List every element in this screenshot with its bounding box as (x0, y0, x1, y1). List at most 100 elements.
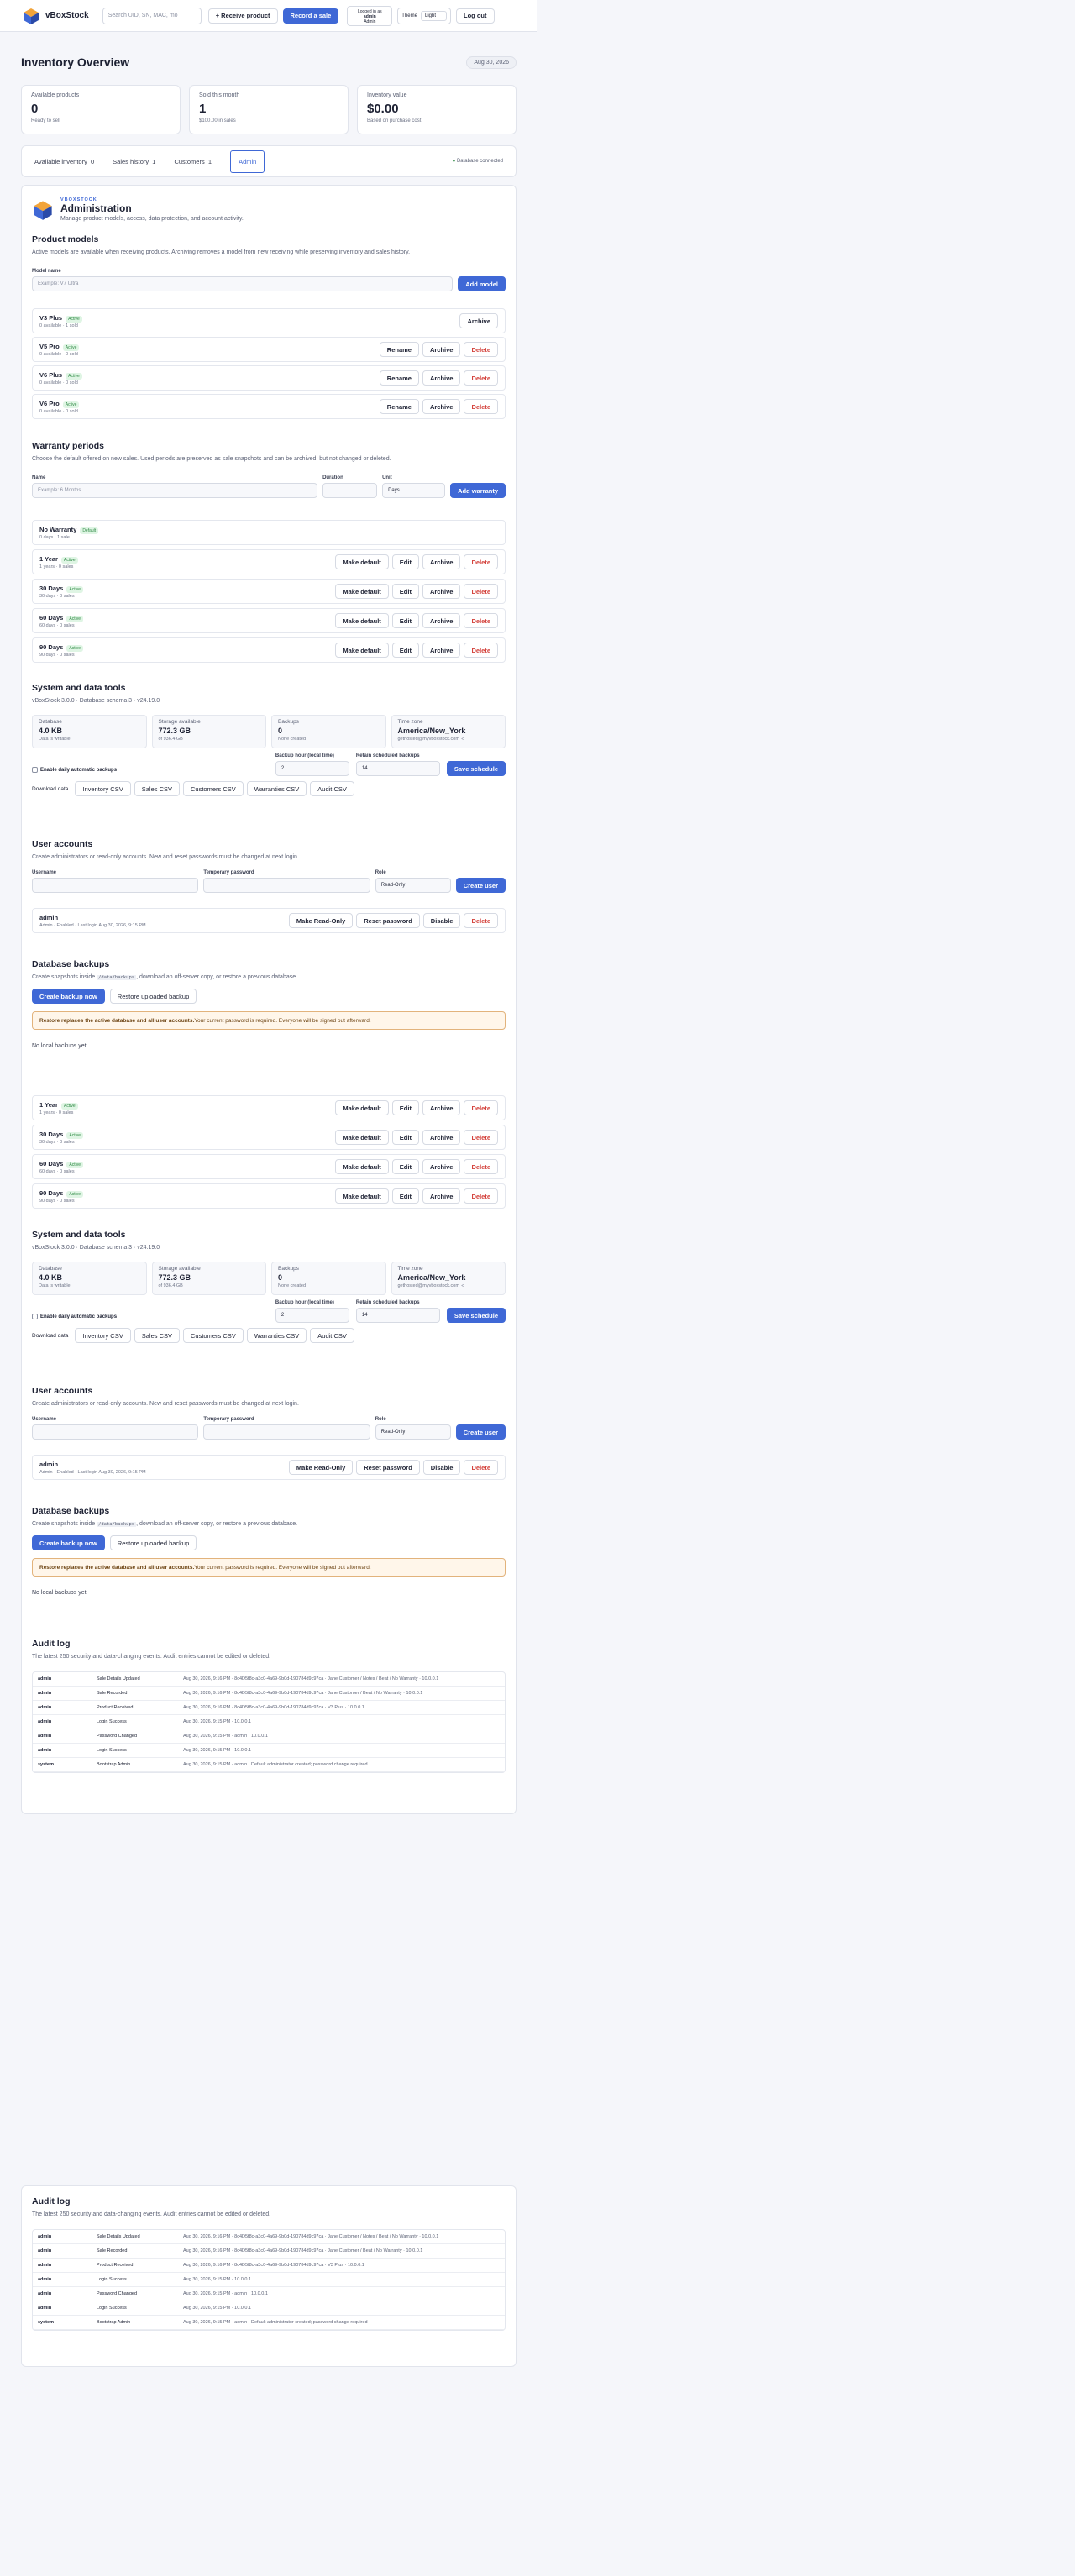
create-backup-button[interactable]: Create backup now (32, 989, 105, 1004)
delete-button[interactable]: Delete (464, 613, 498, 628)
stats-row: Available products 0 Ready to sell Sold th… (21, 85, 517, 134)
download-button[interactable]: Inventory CSV (75, 781, 131, 796)
download-button[interactable]: Warranties CSV (246, 781, 307, 796)
edit-button[interactable]: Edit (391, 1100, 419, 1115)
delete-button[interactable]: Delete (464, 1100, 498, 1115)
delete-button[interactable]: Delete (464, 554, 498, 569)
download-button[interactable]: Customers CSV (183, 1328, 244, 1343)
delete-button[interactable]: Delete (464, 342, 498, 357)
warranty-unit-select[interactable]: Days (382, 483, 446, 498)
delete-button[interactable]: Delete (464, 1188, 498, 1204)
archive-button[interactable]: Archive (422, 643, 461, 658)
make-default-button[interactable]: Make default (335, 1100, 389, 1115)
edit-button[interactable]: Edit (391, 1159, 419, 1174)
warranty-duration-input[interactable] (322, 483, 378, 498)
receive-product-button[interactable]: + Receive product (207, 8, 278, 24)
audit-card: Audit log The latest 250 security and da… (21, 2185, 517, 2367)
tab-customers[interactable]: Customers 1 (174, 158, 212, 165)
delete-button[interactable]: Delete (464, 370, 498, 386)
archive-button[interactable]: Archive (422, 1188, 461, 1204)
temp-password-input[interactable] (203, 878, 370, 893)
edit-button[interactable]: Edit (391, 554, 419, 569)
username-input[interactable] (32, 1424, 199, 1440)
edit-button[interactable]: Edit (391, 1188, 419, 1204)
make-default-button[interactable]: Make default (335, 554, 389, 569)
add-warranty-button[interactable]: Add warranty (450, 483, 506, 498)
create-user-button[interactable]: Create user (455, 1424, 506, 1440)
download-button[interactable]: Audit CSV (310, 781, 354, 796)
download-button[interactable]: Warranties CSV (246, 1328, 307, 1343)
tab-available-inventory[interactable]: Available inventory 0 (34, 158, 94, 165)
auto-backup-checkbox[interactable]: Enable daily automatic backups (32, 767, 117, 773)
make-readonly-button[interactable]: Make Read-Only (288, 913, 354, 928)
archive-button[interactable]: Archive (422, 399, 461, 414)
auto-backup-checkbox[interactable]: Enable daily automatic backups (32, 1314, 117, 1319)
edit-button[interactable]: Edit (391, 613, 419, 628)
download-button[interactable]: Sales CSV (134, 1328, 181, 1343)
delete-button[interactable]: Delete (464, 643, 498, 658)
download-button[interactable]: Sales CSV (134, 781, 181, 796)
warranty-name-input[interactable]: Example: 6 Months (32, 483, 318, 498)
edit-button[interactable]: Edit (391, 584, 419, 599)
make-default-button[interactable]: Make default (335, 643, 389, 658)
delete-button[interactable]: Delete (464, 1460, 498, 1475)
archive-button[interactable]: Archive (422, 1159, 461, 1174)
archive-button[interactable]: Archive (422, 370, 461, 386)
role-select[interactable]: Read-Only (375, 878, 451, 893)
download-button[interactable]: Audit CSV (310, 1328, 354, 1343)
archive-button[interactable]: Archive (422, 554, 461, 569)
delete-button[interactable]: Delete (464, 913, 498, 928)
rename-button[interactable]: Rename (379, 370, 419, 386)
make-default-button[interactable]: Make default (335, 584, 389, 599)
model-name-input[interactable]: Example: V7 Ultra (32, 276, 454, 291)
disable-button[interactable]: Disable (422, 913, 461, 928)
restore-backup-button[interactable]: Restore uploaded backup (109, 1535, 197, 1550)
archive-button[interactable]: Archive (422, 584, 461, 599)
archive-button[interactable]: Archive (422, 613, 461, 628)
add-model-button[interactable]: Add model (458, 276, 506, 291)
save-schedule-button[interactable]: Save schedule (446, 1308, 506, 1323)
warranty-row: 1 Year Active 1 years · 0 sales Make defau… (32, 549, 506, 574)
retain-backups-input[interactable]: 14 (355, 1308, 440, 1323)
delete-button[interactable]: Delete (464, 584, 498, 599)
temp-password-input[interactable] (203, 1424, 370, 1440)
make-default-button[interactable]: Make default (335, 613, 389, 628)
create-backup-button[interactable]: Create backup now (32, 1535, 105, 1550)
reset-password-button[interactable]: Reset password (356, 1460, 420, 1475)
edit-button[interactable]: Edit (391, 1130, 419, 1145)
edit-button[interactable]: Edit (391, 643, 419, 658)
disable-button[interactable]: Disable (422, 1460, 461, 1475)
record-sale-button[interactable]: Record a sale (282, 8, 339, 24)
theme-select[interactable]: Theme Light (397, 7, 451, 24)
make-readonly-button[interactable]: Make Read-Only (288, 1460, 354, 1475)
make-default-button[interactable]: Make default (335, 1130, 389, 1145)
warranty-row: 30 Days Active 30 days · 0 sales Make defa… (32, 579, 506, 604)
backups-section: Database backups Create snapshots inside… (32, 959, 506, 1049)
archive-button[interactable]: Archive (422, 342, 461, 357)
delete-button[interactable]: Delete (464, 1159, 498, 1174)
make-default-button[interactable]: Make default (335, 1188, 389, 1204)
logout-button[interactable]: Log out (456, 8, 495, 24)
retain-backups-input[interactable]: 14 (355, 761, 440, 776)
save-schedule-button[interactable]: Save schedule (446, 761, 506, 776)
delete-button[interactable]: Delete (464, 1130, 498, 1145)
role-select[interactable]: Read-Only (375, 1424, 451, 1440)
rename-button[interactable]: Rename (379, 399, 419, 414)
restore-backup-button[interactable]: Restore uploaded backup (109, 989, 197, 1004)
backup-hour-input[interactable]: 2 (275, 761, 349, 776)
tab-sales-history[interactable]: Sales history 1 (113, 158, 155, 165)
archive-button[interactable]: Archive (422, 1130, 461, 1145)
reset-password-button[interactable]: Reset password (356, 913, 420, 928)
username-input[interactable] (32, 878, 199, 893)
download-button[interactable]: Inventory CSV (75, 1328, 131, 1343)
archive-button[interactable]: Archive (422, 1100, 461, 1115)
archive-button[interactable]: Archive (459, 313, 498, 328)
search-input[interactable]: Search UID, SN, MAC, mo (102, 7, 202, 24)
tab-admin[interactable]: Admin (230, 150, 265, 173)
create-user-button[interactable]: Create user (455, 878, 506, 893)
delete-button[interactable]: Delete (464, 399, 498, 414)
backup-hour-input[interactable]: 2 (275, 1308, 349, 1323)
download-button[interactable]: Customers CSV (183, 781, 244, 796)
make-default-button[interactable]: Make default (335, 1159, 389, 1174)
rename-button[interactable]: Rename (379, 342, 419, 357)
